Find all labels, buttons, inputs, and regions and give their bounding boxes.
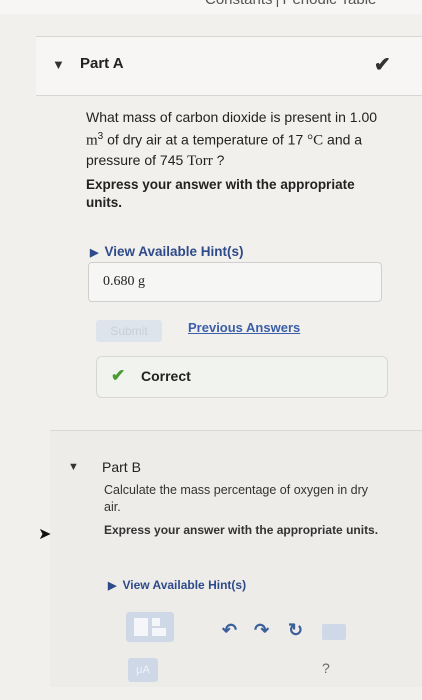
- answer-value: 0.680 g: [103, 274, 145, 289]
- submit-button[interactable]: Submit: [96, 320, 162, 342]
- correct-check-icon: ✔: [111, 366, 126, 385]
- keyboard-icon[interactable]: [322, 624, 346, 640]
- correct-feedback: ✔ Correct: [96, 356, 388, 398]
- top-bar: Constants|Periodic Table: [0, 0, 422, 15]
- caret-down-icon[interactable]: ▼: [52, 57, 65, 72]
- triangle-right-icon: ▶: [90, 247, 99, 259]
- part-a-instructions: Express your answer with the appropriate…: [86, 177, 355, 210]
- question-mid: of dry air at a temperature of 17: [103, 131, 308, 148]
- undo-icon[interactable]: ↶: [222, 620, 237, 641]
- topbar-separator: |: [276, 0, 280, 8]
- units-button[interactable]: μA: [128, 658, 158, 682]
- answer-field[interactable]: 0.680 g: [88, 262, 382, 302]
- part-b-triangle-right-icon: ▶: [108, 580, 117, 592]
- part-a-header[interactable]: ▼ Part A ✔: [36, 36, 422, 96]
- part-a-title: Part A: [80, 55, 124, 72]
- question-intro: What mass of carbon dioxide is present i…: [86, 109, 378, 125]
- hint-label: View Available Hint(s): [104, 244, 244, 259]
- part-a-question: What mass of carbon dioxide is present i…: [86, 108, 396, 171]
- question-end: ?: [212, 151, 225, 168]
- part-b-section: ▼ Part B: [50, 430, 422, 687]
- template-small-square-icon: [152, 628, 166, 636]
- topbar-links: Constants|Periodic Table: [205, 0, 379, 8]
- periodic-table-link[interactable]: Periodic Table: [282, 0, 376, 8]
- part-b-hint-toggle[interactable]: ▶ View Available Hint(s): [108, 578, 246, 592]
- mouse-cursor-icon: ➤: [38, 526, 52, 543]
- previous-answers-link[interactable]: Previous Answers: [188, 320, 300, 335]
- correct-label: Correct: [141, 368, 191, 384]
- unit-torr: Torr: [187, 152, 213, 169]
- part-a-hint-toggle[interactable]: ▶ View Available Hint(s): [90, 244, 244, 259]
- part-b-hint-label: View Available Hint(s): [122, 578, 247, 592]
- redo-icon[interactable]: ↷: [254, 620, 269, 641]
- part-b-caret-down-icon[interactable]: ▼: [68, 461, 79, 473]
- help-icon[interactable]: ?: [322, 660, 330, 676]
- part-b-instructions: Express your answer with the appropriate…: [104, 523, 379, 537]
- unit-degc: °C: [307, 132, 324, 149]
- unit-m: m: [86, 132, 98, 149]
- part-b-title: Part B: [102, 459, 141, 475]
- template-square-icon: [134, 618, 148, 636]
- templates-button[interactable]: [126, 612, 174, 642]
- constants-link[interactable]: Constants: [205, 0, 273, 8]
- check-icon: ✔: [374, 54, 391, 76]
- reset-icon[interactable]: ↻: [288, 620, 303, 641]
- template-small-square-icon: [152, 618, 160, 626]
- part-b-question: Calculate the mass percentage of oxygen …: [104, 483, 369, 514]
